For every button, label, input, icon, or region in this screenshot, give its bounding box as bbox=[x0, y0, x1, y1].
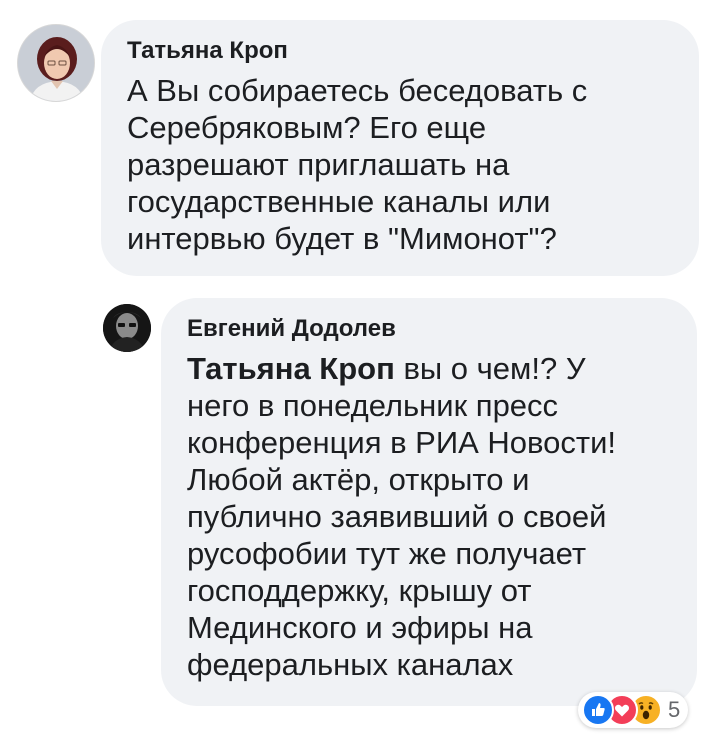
reaction-count: 5 bbox=[668, 697, 681, 722]
reactions-summary[interactable]: 5 bbox=[578, 692, 689, 728]
comment-bubble: Татьяна Кроп А Вы собираетесь беседовать… bbox=[101, 20, 699, 276]
avatar[interactable] bbox=[17, 24, 95, 102]
like-icon bbox=[582, 694, 614, 726]
comment: Татьяна Кроп А Вы собираетесь беседовать… bbox=[17, 20, 707, 280]
reply-comment: Евгений Додолев Татьяна Кроп вы о чем!? … bbox=[103, 296, 708, 726]
comment-bubble: Евгений Додолев Татьяна Кроп вы о чем!? … bbox=[161, 298, 697, 706]
mention-link[interactable]: Татьяна Кроп bbox=[187, 351, 395, 386]
comment-author[interactable]: Евгений Додолев bbox=[187, 314, 675, 344]
comment-text-body: вы о чем!? У него в понедельник пресс ко… bbox=[187, 351, 617, 682]
user-avatar-photo-icon bbox=[18, 25, 94, 101]
user-avatar-photo-icon bbox=[103, 304, 151, 352]
comment-text: Татьяна Кроп вы о чем!? У него в понедел… bbox=[187, 350, 675, 683]
avatar[interactable] bbox=[103, 304, 151, 352]
comment-thread: Татьяна Кроп А Вы собираетесь беседовать… bbox=[0, 0, 720, 736]
comment-text: А Вы собираетесь беседовать с Серебряков… bbox=[127, 73, 588, 256]
comment-author[interactable]: Татьяна Кроп bbox=[127, 36, 673, 66]
